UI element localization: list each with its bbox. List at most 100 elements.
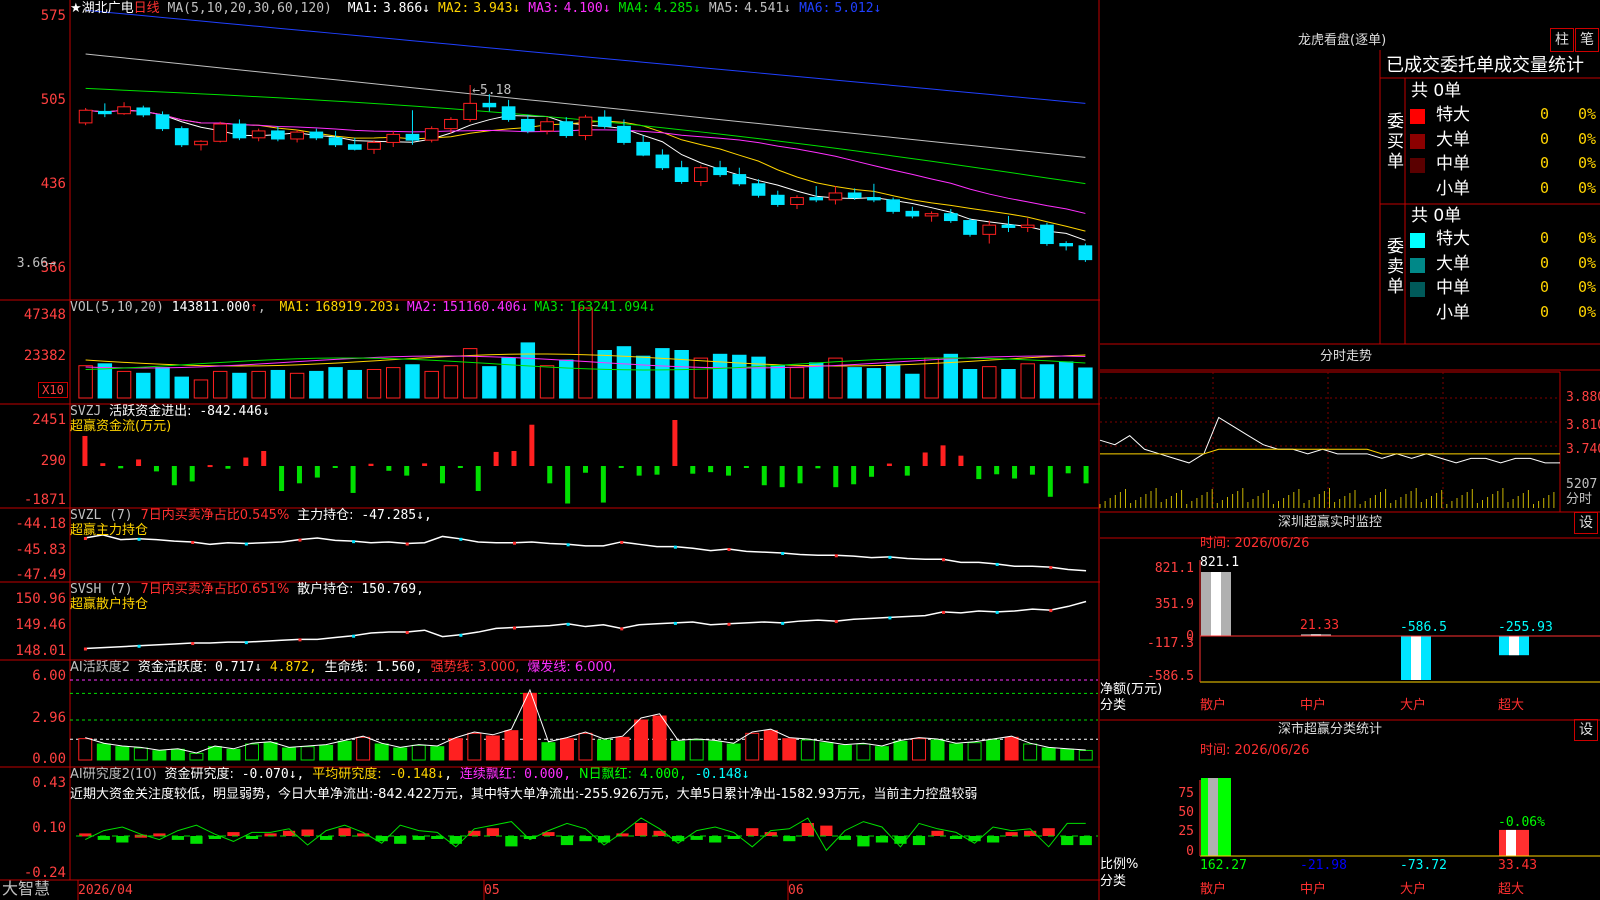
candle-body (463, 102, 477, 120)
svsh-sub: 超赢散户持仓 (70, 597, 149, 612)
column-view-button[interactable]: 柱 (1550, 28, 1574, 52)
candle-body (1059, 243, 1074, 247)
volume-bar (232, 372, 247, 399)
sell_rows-value: 0 (1540, 253, 1550, 272)
svzl-line-dot (620, 540, 624, 544)
candle-body (1078, 245, 1093, 261)
ma4-value: 4.285↓ (653, 1, 701, 16)
volume-bar (885, 364, 901, 399)
buy-order-label: 委买单 (1387, 112, 1404, 172)
ai2-bar (505, 836, 518, 847)
class-stat-cat-value: 162.27 (1200, 858, 1247, 873)
svzj-bar (332, 466, 338, 468)
candle-body (694, 167, 708, 182)
volume-bar (520, 342, 536, 399)
class-stat-tick: 75 (1178, 786, 1194, 801)
ai1-bar (782, 738, 797, 761)
candle-body (136, 107, 151, 116)
vol-ma-values: MA1: 168919.203↓ MA2: 151160.406↓ MA3: 163241… (274, 300, 656, 315)
ai2-bar (486, 828, 499, 836)
candle-body (520, 118, 535, 132)
buy_rows-swatch (1410, 109, 1425, 124)
intraday-price-line (1099, 416, 1560, 464)
candle-body (655, 154, 670, 169)
stock-name[interactable]: ★湖北广电 (70, 1, 134, 16)
volume-bar (693, 357, 709, 399)
x-date-start: 2026/04 (78, 883, 133, 898)
svzj-bar (296, 466, 302, 484)
ai2-tick: 0.10 (32, 820, 66, 836)
ai2-bar (116, 836, 129, 843)
ai1-bar (207, 746, 222, 761)
candle-body (405, 133, 420, 141)
svzj-bar (475, 466, 481, 492)
x-date-may: 05 (484, 883, 500, 898)
ai1-bar (430, 746, 445, 761)
ai1-bar (245, 743, 259, 761)
svzj-bar (976, 466, 982, 480)
ai2-bar (394, 836, 407, 844)
class-stat-bar-highlight (1208, 778, 1218, 856)
ai2-header: AI研究度2(10) 资金研究度: -0.070↓, 平均研究度: -0.148… (70, 767, 750, 782)
ma6-line (85, 9, 1086, 104)
candle-body (501, 106, 516, 120)
ai1-bar (652, 715, 667, 761)
svzj-bar (457, 466, 463, 468)
svzl-line-dot (888, 555, 892, 559)
svzl-line (84, 534, 1087, 572)
class-stat-top-value: -0.06% (1498, 815, 1545, 830)
period-label[interactable]: 日线 (134, 1, 160, 16)
monitor-cat-label: 大户 (1400, 698, 1427, 713)
ai1-bar (263, 742, 278, 761)
volume-bar (770, 365, 785, 399)
svzj-bar (82, 435, 88, 466)
ai1-bar (374, 743, 389, 761)
monitor-bar-highlight (1509, 636, 1519, 656)
svsh-line-dot (727, 622, 731, 626)
vol-ma1-label: MA1: (279, 300, 311, 315)
ai1-bar (411, 744, 426, 761)
ai2-bar (97, 836, 110, 840)
tick-view-button[interactable]: 笔 (1575, 28, 1599, 52)
class-stat-settings-button[interactable]: 设 (1574, 719, 1598, 741)
svzl-line-dot (727, 548, 731, 552)
ai2-tick: 0.43 (32, 775, 66, 791)
buy_rows-label: 特大 (1436, 105, 1470, 125)
chart-canvas[interactable] (0, 0, 1600, 900)
sell_rows-swatch (1410, 233, 1425, 248)
svzl-line-dot (298, 538, 302, 542)
vol-ma2-label: MA2: (406, 300, 439, 315)
volume-bar (309, 370, 324, 399)
svzj-tick: 2451 (32, 412, 66, 428)
volume-bar (828, 357, 843, 399)
ma5-value: 4.541↓ (744, 1, 792, 16)
sell_rows-label: 特大 (1436, 229, 1470, 249)
svzj-bar (654, 466, 660, 475)
ai1-bar (856, 743, 871, 761)
monitor-settings-button[interactable]: 设 (1574, 512, 1598, 534)
candle-body (424, 128, 439, 141)
svzj-bar (779, 466, 785, 488)
ai2-bar (579, 836, 592, 842)
ai1-bar (708, 740, 723, 761)
svsh-line-dot (1049, 609, 1053, 613)
candle-body (309, 131, 324, 139)
volume-bar (174, 376, 189, 399)
class-stat-cat-value: 33.43 (1498, 858, 1538, 873)
svzj-bar (511, 450, 517, 466)
svsh-line-dot (459, 633, 463, 637)
ai1-bar (319, 744, 334, 761)
candle-body (674, 167, 689, 182)
monitor-cat-value: 21.33 (1300, 618, 1340, 633)
ai2-commentary: 近期大资金关注度较低，明显弱势，今日大单净流出:-842.422万元，其中特大单… (70, 787, 978, 802)
ai2-bar (838, 836, 851, 840)
svsh-line-dot (673, 621, 677, 625)
candle-body (924, 213, 939, 217)
ai1-bar (1041, 747, 1056, 761)
buy_rows-value: 0 (1540, 178, 1550, 197)
svzj-bar (422, 463, 428, 466)
candle-body (636, 141, 651, 156)
svzj-bar (1065, 466, 1071, 474)
volume-bar (289, 372, 305, 399)
svzl-header: SVZL (7) 7日内买卖净占比0.545% 主力持仓: -47.285↓, (70, 508, 432, 523)
